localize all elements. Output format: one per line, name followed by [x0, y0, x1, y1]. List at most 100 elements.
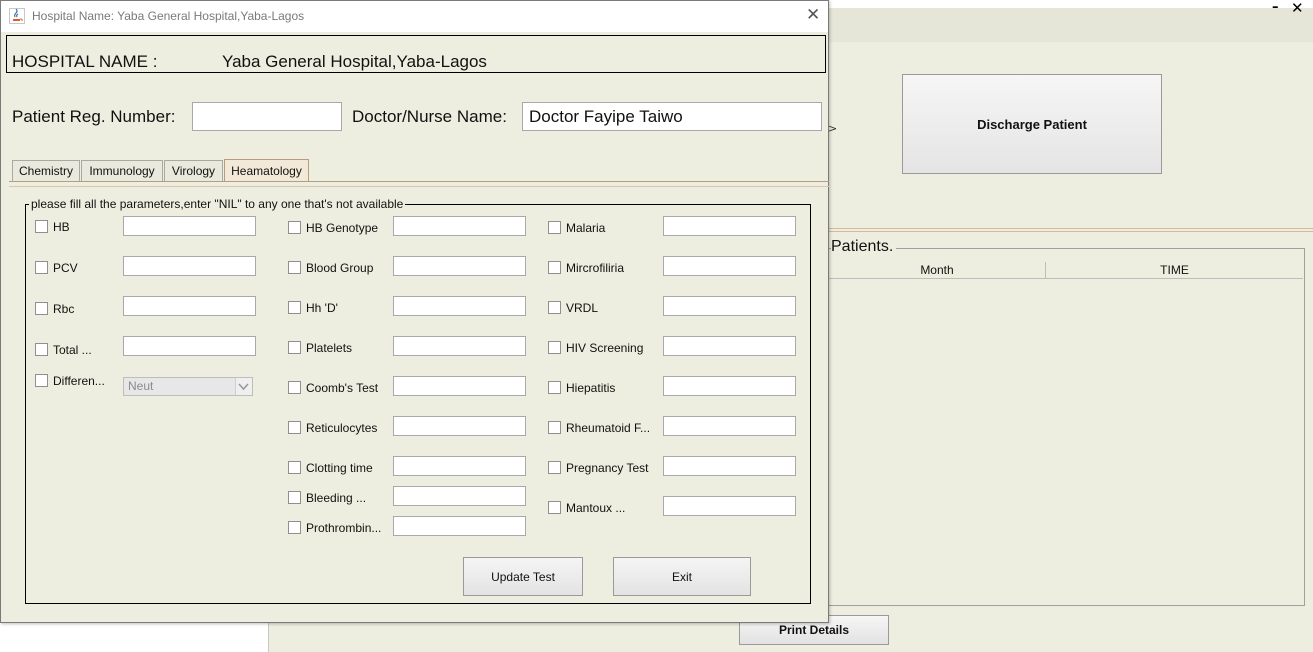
rbc-field[interactable]: [123, 296, 256, 316]
tab-immunology[interactable]: Immunology: [81, 160, 163, 181]
doctor-nurse-input[interactable]: Doctor Fayipe Taiwo: [522, 102, 822, 131]
total-field[interactable]: [123, 336, 256, 356]
patients-panel: [829, 248, 1305, 606]
param-label: Clotting time: [306, 461, 373, 475]
tab-heamatology[interactable]: Heamatology: [224, 159, 309, 181]
tab-chemistry[interactable]: Chemistry: [12, 160, 80, 181]
desktop: – ✕ > Discharge Patient Patients. Month …: [0, 0, 1313, 652]
param-label: Hiepatitis: [566, 381, 616, 395]
pcv-field[interactable]: [123, 256, 256, 276]
tab-virology[interactable]: Virology: [164, 160, 223, 181]
checkbox[interactable]: [548, 261, 561, 274]
param-label: HIV Screening: [566, 341, 644, 355]
malaria-field[interactable]: [663, 216, 796, 236]
microfiliria-field[interactable]: [663, 256, 796, 276]
arrow-icon: >: [828, 122, 838, 135]
bleeding-field[interactable]: [393, 486, 526, 506]
param-label: Prothrombin...: [306, 521, 382, 535]
patient-reg-input[interactable]: [192, 102, 342, 131]
checkbox[interactable]: [548, 221, 561, 234]
close-icon[interactable]: ✕: [806, 5, 820, 25]
exit-button[interactable]: Exit: [613, 557, 751, 596]
patients-table-header: Month TIME: [829, 262, 1303, 279]
pregnancy-test-field[interactable]: [663, 456, 796, 476]
checkbox[interactable]: [35, 261, 48, 274]
column-header-month[interactable]: Month: [829, 262, 1046, 278]
coombs-test-field[interactable]: [393, 376, 526, 396]
dialog-titlebar[interactable]: Hospital Name: Yaba General Hospital,Yab…: [1, 1, 828, 32]
param-label: Reticulocytes: [306, 421, 378, 435]
tab-content-border: [9, 181, 829, 187]
dialog-title: Hospital Name: Yaba General Hospital,Yab…: [32, 9, 305, 23]
param-label: PCV: [53, 261, 78, 275]
checkbox[interactable]: [548, 301, 561, 314]
checkbox[interactable]: [548, 501, 561, 514]
update-test-button[interactable]: Update Test: [463, 557, 583, 596]
hospital-name-value: Yaba General Hospital,Yaba-Lagos: [222, 52, 487, 71]
hb-genotype-field[interactable]: [393, 216, 526, 236]
patients-panel-title: Patients.: [831, 238, 897, 256]
checkbox[interactable]: [548, 421, 561, 434]
param-label: VRDL: [566, 301, 599, 315]
background-header-band: [829, 8, 1313, 42]
hiepatitis-field[interactable]: [663, 376, 796, 396]
checkbox[interactable]: [35, 343, 48, 356]
checkbox[interactable]: [288, 461, 301, 474]
java-icon: [9, 8, 25, 24]
mantoux-field[interactable]: [663, 496, 796, 516]
checkbox[interactable]: [288, 491, 301, 504]
checkbox[interactable]: [288, 221, 301, 234]
checkbox[interactable]: [288, 301, 301, 314]
checkbox[interactable]: [288, 421, 301, 434]
close-icon[interactable]: ✕: [1291, 0, 1304, 17]
reticulocytes-field[interactable]: [393, 416, 526, 436]
param-label: Malaria: [566, 221, 606, 235]
param-label: HB Genotype: [306, 221, 379, 235]
prothrombin-field[interactable]: [393, 516, 526, 536]
param-label: Rheumatoid F...: [566, 421, 651, 435]
doctor-nurse-label: Doctor/Nurse Name:: [352, 107, 507, 126]
parameters-group-title: please fill all the parameters,enter "NI…: [29, 197, 406, 211]
hb-field[interactable]: [123, 216, 256, 236]
hiv-screening-field[interactable]: [663, 336, 796, 356]
platelets-field[interactable]: [393, 336, 526, 356]
column-header-time[interactable]: TIME: [1046, 262, 1303, 278]
param-label: Differen...: [53, 374, 105, 388]
param-label: Mantoux ...: [566, 501, 626, 515]
param-label: Mircrofiliria: [566, 261, 624, 275]
separator: [829, 228, 1313, 232]
checkbox[interactable]: [35, 374, 48, 387]
checkbox[interactable]: [288, 381, 301, 394]
param-label: Platelets: [306, 341, 353, 355]
blood-group-field[interactable]: [393, 256, 526, 276]
discharge-patient-button[interactable]: Discharge Patient: [902, 74, 1162, 174]
checkbox[interactable]: [35, 302, 48, 315]
checkbox[interactable]: [288, 341, 301, 354]
param-label: HB: [53, 220, 70, 234]
test-dialog: Hospital Name: Yaba General Hospital,Yab…: [0, 0, 829, 623]
vrdl-field[interactable]: [663, 296, 796, 316]
param-label: Bleeding ...: [306, 491, 367, 505]
param-label: Blood Group: [306, 261, 374, 275]
minimize-icon[interactable]: –: [1272, 0, 1279, 15]
checkbox[interactable]: [548, 341, 561, 354]
checkbox[interactable]: [548, 461, 561, 474]
param-label: Hh 'D': [306, 301, 338, 315]
checkbox[interactable]: [548, 381, 561, 394]
patient-reg-label: Patient Reg. Number:: [12, 107, 176, 126]
param-label: Coomb's Test: [306, 381, 379, 395]
hospital-name-label: HOSPITAL NAME :: [12, 52, 158, 71]
param-label: Rbc: [53, 302, 75, 316]
differential-select[interactable]: Neut: [123, 377, 253, 396]
differential-selected-value: Neut: [128, 379, 154, 393]
param-label: Pregnancy Test: [566, 461, 649, 475]
checkbox[interactable]: [288, 261, 301, 274]
rheumatoid-field[interactable]: [663, 416, 796, 436]
param-label: Total ...: [53, 343, 92, 357]
hospital-name-box: HOSPITAL NAME : Yaba General Hospital,Ya…: [6, 35, 826, 73]
hh-d-field[interactable]: [393, 296, 526, 316]
chevron-down-icon[interactable]: [235, 378, 252, 395]
checkbox[interactable]: [288, 521, 301, 534]
checkbox[interactable]: [35, 220, 48, 233]
clotting-time-field[interactable]: [393, 456, 526, 476]
